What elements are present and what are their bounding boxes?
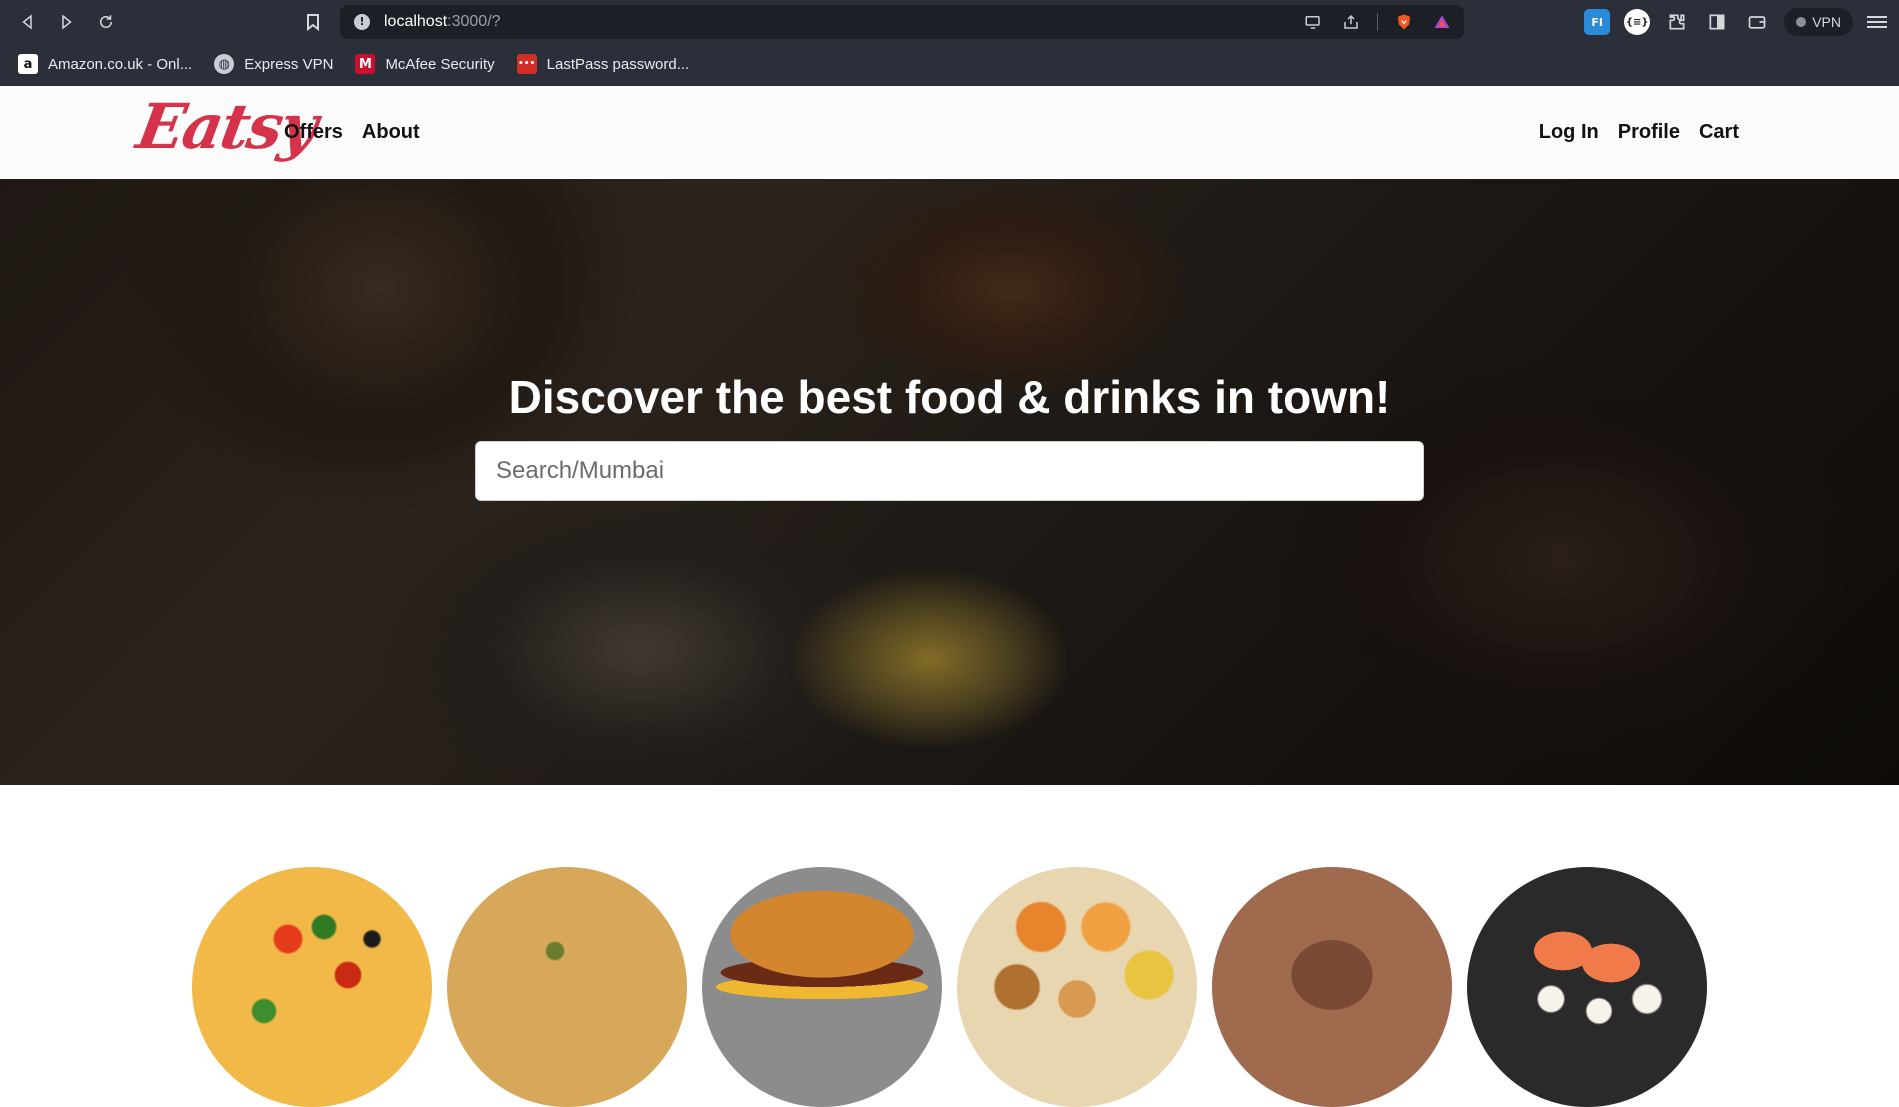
nav-offers[interactable]: Offers	[284, 121, 343, 144]
category-thali[interactable]	[957, 867, 1197, 1107]
nav-profile[interactable]: Profile	[1618, 121, 1680, 144]
amazon-icon: a	[18, 54, 38, 74]
category-biryani[interactable]	[447, 867, 687, 1107]
food-categories	[0, 785, 1899, 1107]
bookmark-mcafee[interactable]: M McAfee Security	[355, 54, 495, 74]
cast-icon[interactable]	[1301, 10, 1325, 34]
nav-login[interactable]: Log In	[1539, 121, 1599, 144]
bookmarks-bar: a Amazon.co.uk - Onl... ◍ Express VPN M …	[0, 48, 1899, 80]
forward-icon[interactable]	[54, 10, 78, 34]
hero-title: Discover the best food & drinks in town!	[508, 371, 1391, 423]
nav-cart[interactable]: Cart	[1699, 121, 1739, 144]
browser-chrome: ! localhost:3000/? FI {≡} VPN a Amazon.c…	[0, 0, 1899, 86]
reload-icon[interactable]	[94, 10, 118, 34]
bookmark-lastpass[interactable]: ••• LastPass password...	[516, 54, 689, 74]
wallet-icon[interactable]	[1744, 9, 1770, 35]
hero-content: Discover the best food & drinks in town!	[0, 179, 1899, 785]
globe-icon: ◍	[214, 54, 235, 74]
bookmark-icon[interactable]	[302, 11, 324, 33]
brave-shield-icon[interactable]	[1392, 10, 1416, 34]
account-nav: Log In Profile Cart	[1539, 121, 1739, 144]
category-burger[interactable]	[702, 867, 942, 1107]
hero-banner: Discover the best food & drinks in town!	[0, 179, 1899, 785]
site-info-icon[interactable]: !	[354, 14, 370, 30]
sidebar-toggle-icon[interactable]	[1704, 9, 1730, 35]
lastpass-icon: •••	[516, 54, 537, 74]
separator	[1377, 13, 1378, 31]
category-dessert[interactable]	[1212, 867, 1452, 1107]
search-input[interactable]	[475, 441, 1424, 501]
share-icon[interactable]	[1339, 10, 1363, 34]
bookmark-amazon[interactable]: a Amazon.co.uk - Onl...	[18, 54, 192, 74]
mcafee-icon: M	[355, 54, 376, 74]
browser-toolbar: ! localhost:3000/? FI {≡} VPN	[0, 0, 1899, 44]
vpn-status-icon	[1796, 17, 1807, 27]
menu-icon[interactable]	[1867, 16, 1887, 28]
json-viewer-icon[interactable]: {≡}	[1624, 9, 1651, 35]
category-sushi[interactable]	[1467, 867, 1707, 1107]
vpn-label: VPN	[1812, 14, 1841, 30]
primary-nav: Offers About	[284, 121, 420, 144]
extensions-row: FI {≡} VPN	[1584, 8, 1899, 36]
address-bar-actions	[1301, 10, 1454, 34]
url-text[interactable]: localhost:3000/?	[384, 13, 501, 31]
bookmark-express-vpn[interactable]: ◍ Express VPN	[214, 54, 333, 74]
nav-about[interactable]: About	[362, 121, 420, 144]
category-pizza[interactable]	[192, 867, 432, 1107]
vpn-button[interactable]: VPN	[1784, 8, 1853, 36]
extension-fi-icon[interactable]: FI	[1584, 9, 1611, 35]
extensions-puzzle-icon[interactable]	[1664, 9, 1690, 35]
address-bar[interactable]: ! localhost:3000/?	[340, 5, 1464, 39]
brave-rewards-icon[interactable]	[1430, 10, 1454, 34]
site-header: Eatsy Offers About Log In Profile Cart	[0, 86, 1899, 179]
back-icon[interactable]	[16, 10, 40, 34]
